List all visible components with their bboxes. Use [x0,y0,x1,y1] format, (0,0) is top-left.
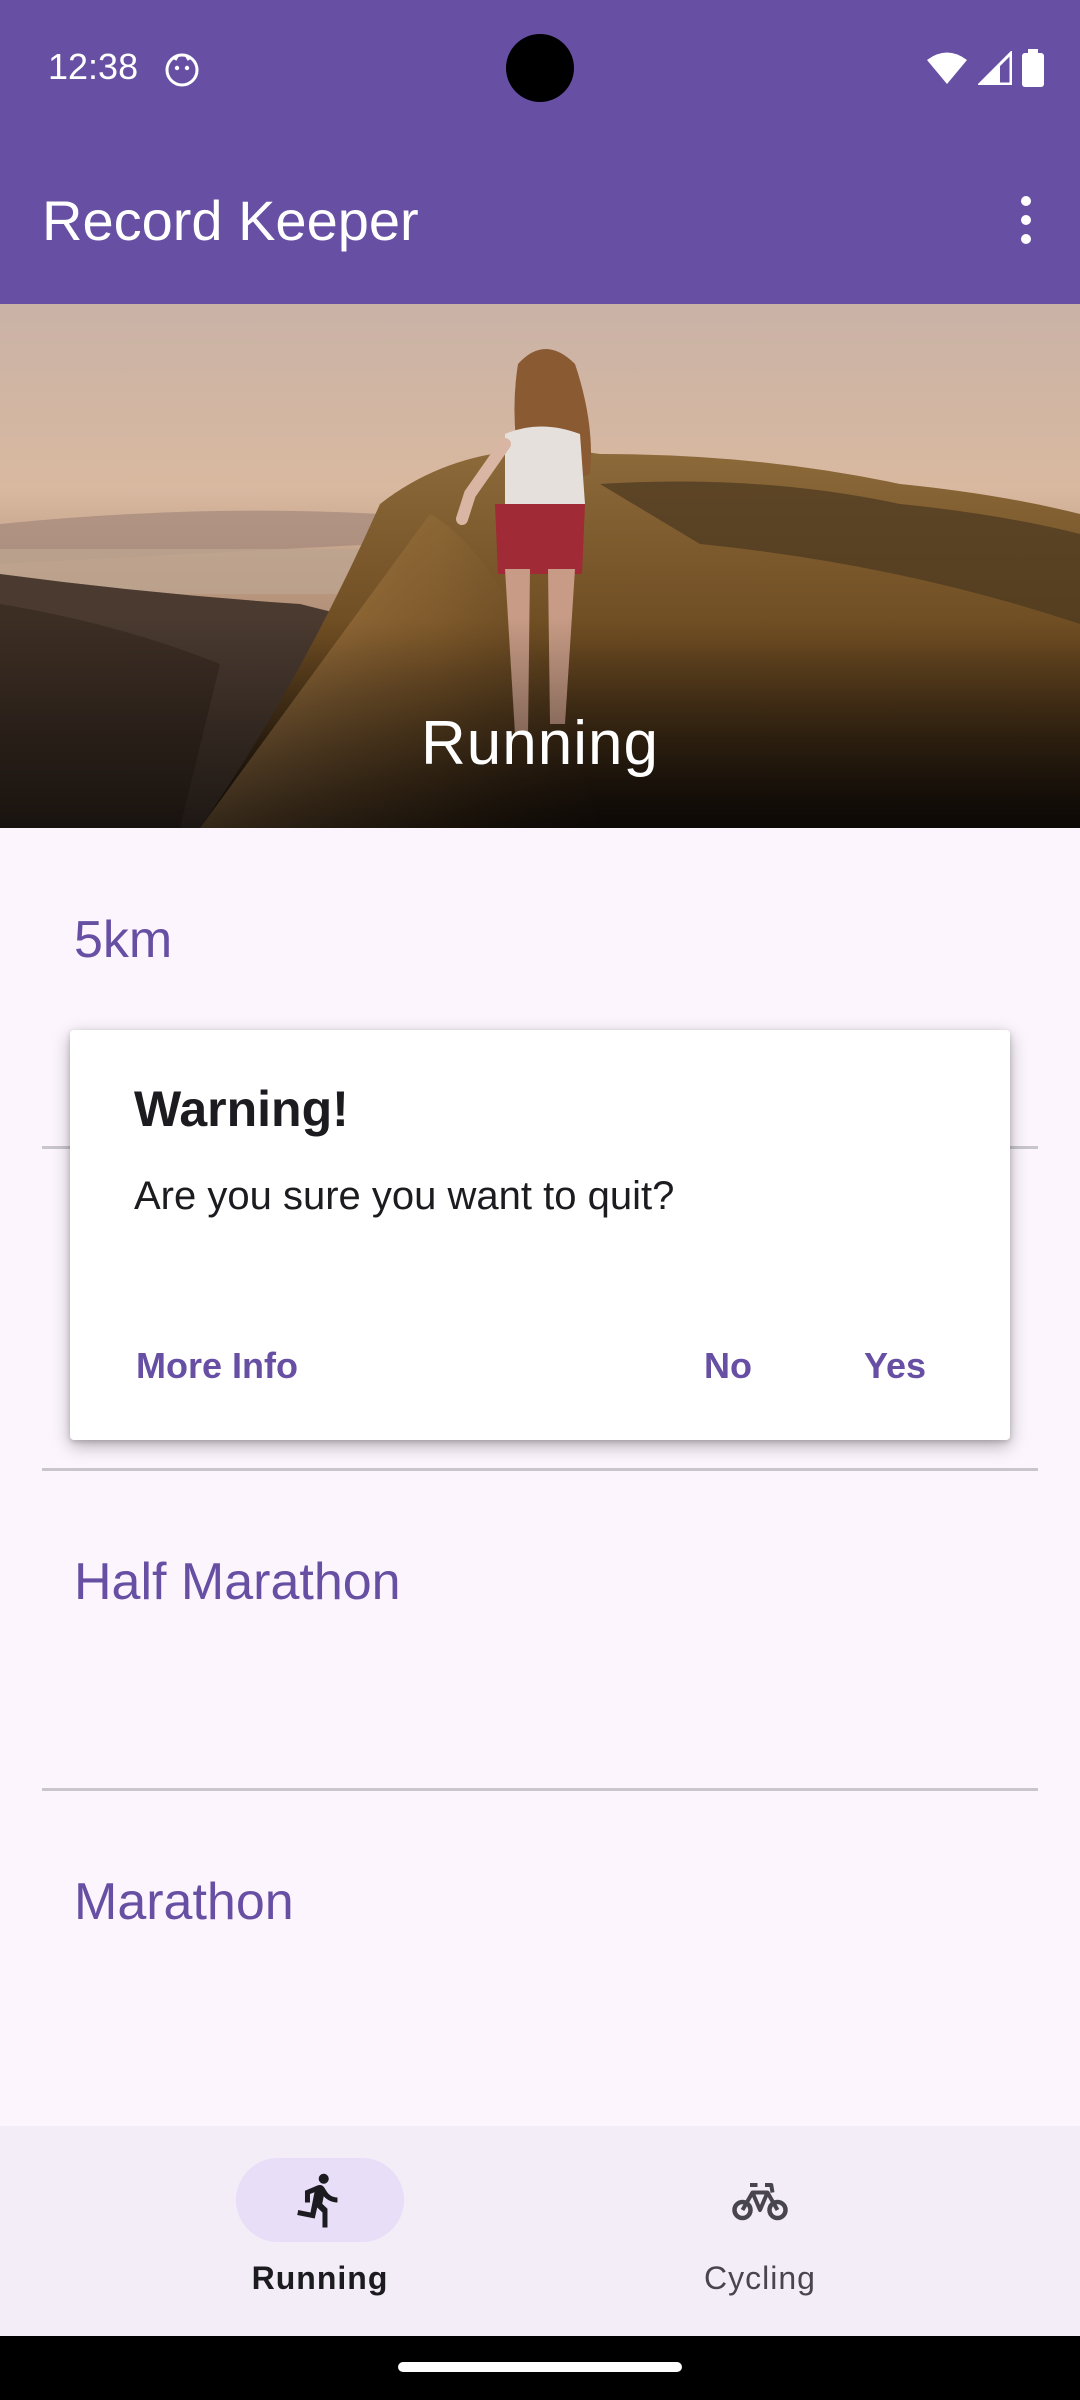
yes-button[interactable]: Yes [860,1334,930,1398]
no-button[interactable]: No [700,1334,756,1398]
nav-label-cycling: Cycling [704,2260,816,2296]
status-icons [926,48,1044,88]
alert-dialog: Warning! Are you sure you want to quit? … [70,1030,1010,1440]
record-label-5km[interactable]: 5km [74,910,172,970]
record-label-half-marathon[interactable]: Half Marathon [74,1552,401,1612]
top-app-bar: Record Keeper [0,136,1080,304]
app-title: Record Keeper [42,189,419,252]
divider [42,1468,1038,1471]
home-gesture-handle[interactable] [398,2362,682,2372]
battery-icon [1022,49,1044,87]
more-info-button[interactable]: More Info [132,1334,302,1398]
status-time: 12:38 [48,46,139,87]
signal-icon [978,51,1012,85]
hero-image: Running [0,304,1080,828]
status-bar: 12:38 [0,0,1080,136]
gesture-bar [0,2336,1080,2400]
dialog-message: Are you sure you want to quit? [134,1174,675,1218]
wifi-icon [927,52,967,84]
record-label-marathon[interactable]: Marathon [74,1872,294,1932]
nav-item-running[interactable]: Running [170,2126,470,2336]
nav-label-running: Running [251,2260,389,2296]
notification-smiley-icon [165,53,199,87]
nav-item-cycling[interactable]: Cycling [610,2126,910,2336]
divider [42,1788,1038,1791]
hero-title: Running [421,709,659,778]
bottom-navigation: Running Cycling [0,2126,1080,2336]
more-vert-icon[interactable] [994,180,1058,260]
records-list: 5km 10km Half Marathon Marathon [0,828,1080,2126]
pedal-bike-icon [732,2183,788,2221]
camera-cutout [506,34,574,102]
dialog-title: Warning! [134,1081,349,1137]
directions-run-icon [297,2173,338,2228]
